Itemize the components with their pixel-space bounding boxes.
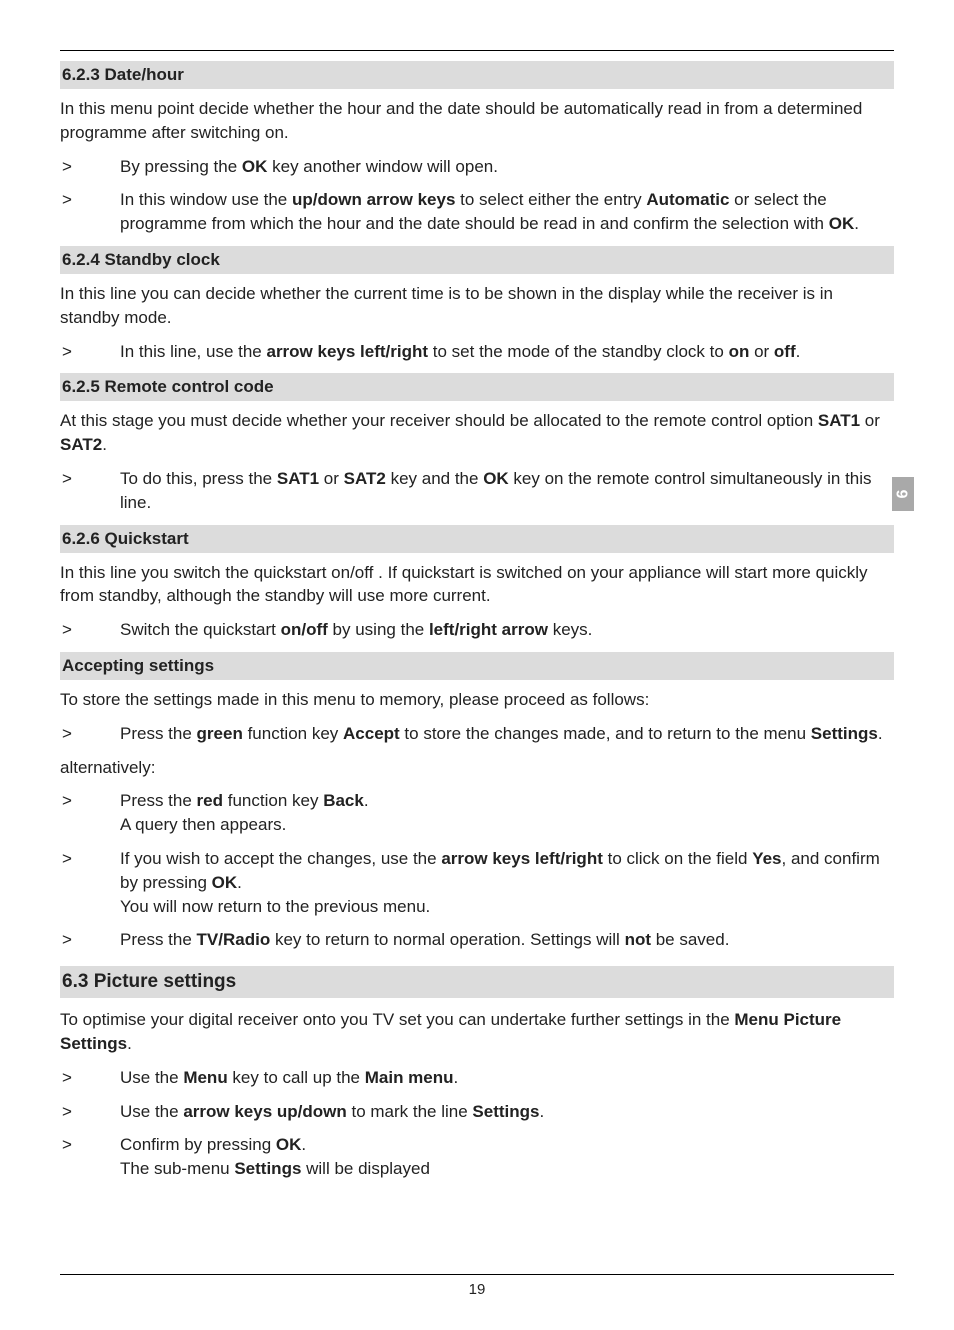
bottom-rule [60,1274,894,1275]
step-marker: > [60,467,120,515]
footer: 19 [60,1262,894,1298]
step-626-1: > Switch the quickstart on/off by using … [60,618,894,642]
step-623-2: > In this window use the up/down arrow k… [60,188,894,236]
step-accept-2: > Press the red function key Back.A quer… [60,789,894,837]
step-63-2: > Use the arrow keys up/down to mark the… [60,1100,894,1124]
page-content: 6.2.3 Date/hour In this menu point decid… [60,50,894,1181]
intro-accept: To store the settings made in this menu … [60,688,894,712]
heading-623: 6.2.3 Date/hour [60,61,894,89]
step-marker: > [60,155,120,179]
step-marker: > [60,1100,120,1124]
intro-625: At this stage you must decide whether yo… [60,409,894,457]
step-63-1: > Use the Menu key to call up the Main m… [60,1066,894,1090]
step-marker: > [60,928,120,952]
step-marker: > [60,188,120,236]
top-rule [60,50,894,51]
step-624-1: > In this line, use the arrow keys left/… [60,340,894,364]
step-marker: > [60,1133,120,1181]
intro-63: To optimise your digital receiver onto y… [60,1008,894,1056]
intro-623: In this menu point decide whether the ho… [60,97,894,145]
intro-626: In this line you switch the quickstart o… [60,561,894,609]
step-623-1: > By pressing the OK key another window … [60,155,894,179]
step-marker: > [60,340,120,364]
step-accept-3: > If you wish to accept the changes, use… [60,847,894,918]
step-marker: > [60,618,120,642]
step-63-3: > Confirm by pressing OK.The sub-menu Se… [60,1133,894,1181]
heading-626: 6.2.6 Quickstart [60,525,894,553]
intro-624: In this line you can decide whether the … [60,282,894,330]
step-accept-1: > Press the green function key Accept to… [60,722,894,746]
step-accept-4: > Press the TV/Radio key to return to no… [60,928,894,952]
step-marker: > [60,1066,120,1090]
heading-625: 6.2.5 Remote control code [60,373,894,401]
step-marker: > [60,847,120,918]
step-625-1: > To do this, press the SAT1 or SAT2 key… [60,467,894,515]
step-marker: > [60,789,120,837]
alternatively: alternatively: [60,756,894,780]
step-marker: > [60,722,120,746]
heading-accept: Accepting settings [60,652,894,680]
page-number: 19 [60,1281,894,1298]
chapter-tab: 6 [892,477,914,511]
heading-63: 6.3 Picture settings [60,966,894,998]
heading-624: 6.2.4 Standby clock [60,246,894,274]
